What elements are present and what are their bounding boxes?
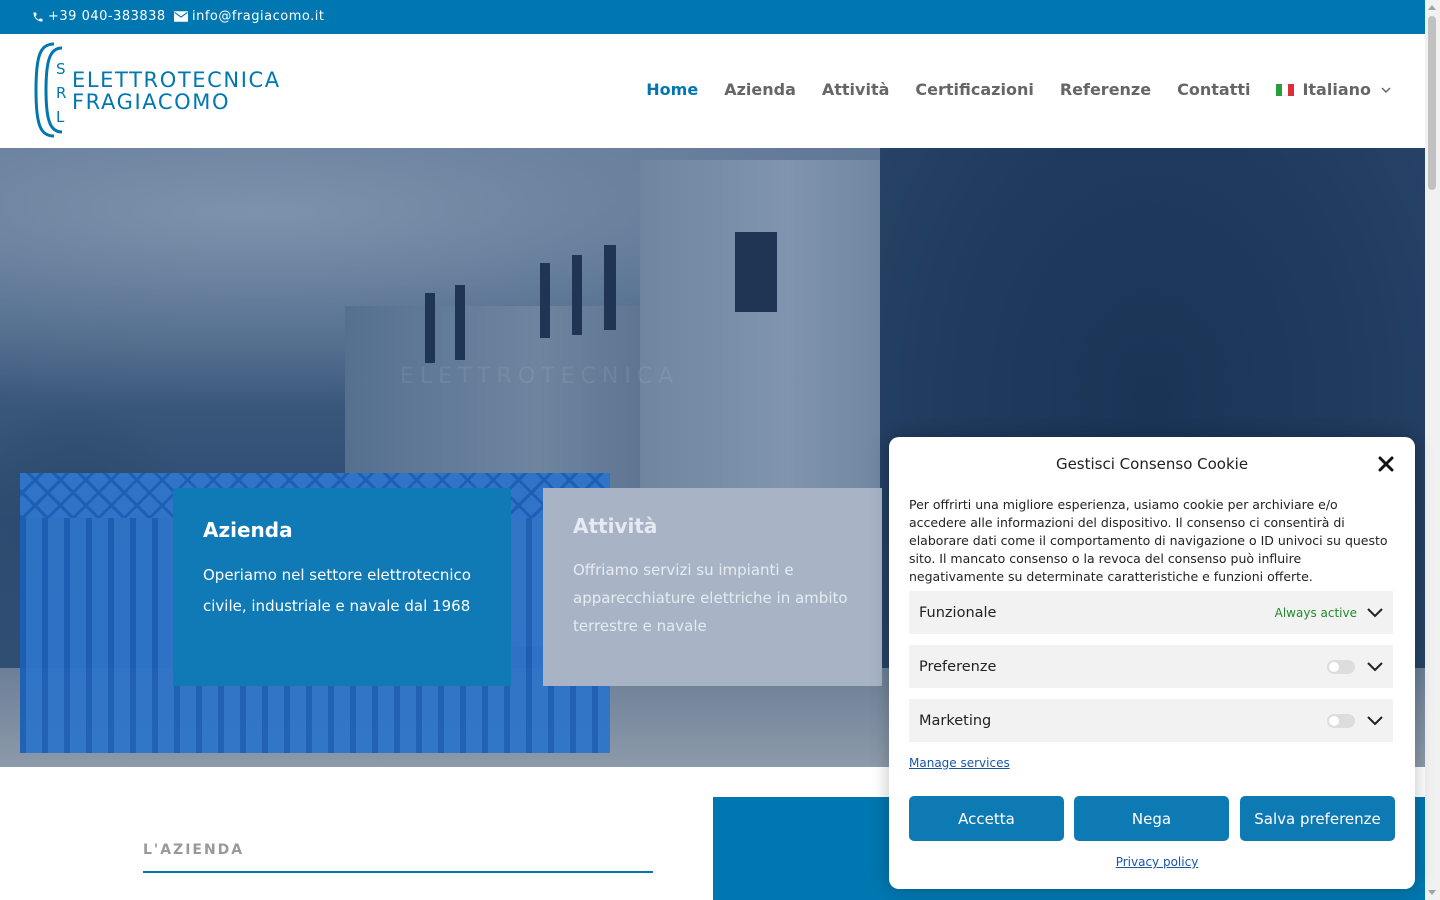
chevron-down-icon[interactable] xyxy=(1367,661,1383,672)
scrollbar-thumb[interactable] xyxy=(1428,16,1436,190)
site-header: S R L ELETTROTECNICA FRAGIACOMO Home Azi… xyxy=(0,34,1425,148)
language-label: Italiano xyxy=(1302,80,1371,99)
nav-azienda[interactable]: Azienda xyxy=(724,80,796,99)
chevron-down-icon xyxy=(1381,86,1391,93)
card-attivita-title: Attività xyxy=(573,514,658,538)
cookie-category-label: Preferenze xyxy=(919,658,997,675)
chevron-down-icon[interactable] xyxy=(1367,607,1383,618)
cookie-category-preferenze[interactable]: Preferenze xyxy=(909,645,1393,688)
card-azienda-title: Azienda xyxy=(203,518,293,542)
privacy-policy-link[interactable]: Privacy policy xyxy=(889,855,1425,869)
logo-line1: ELETTROTECNICA xyxy=(72,68,281,92)
nav-certificazioni[interactable]: Certificazioni xyxy=(915,80,1033,99)
page-scrollbar[interactable] xyxy=(1425,0,1440,900)
logo-letter-l: L xyxy=(56,108,65,126)
section-divider xyxy=(143,871,653,873)
email-address: info@fragiacomo.it xyxy=(192,9,325,24)
cookie-category-funzionale[interactable]: Funzionale Always active xyxy=(909,591,1393,634)
card-azienda-text: Operiamo nel settore elettrotecnico civi… xyxy=(203,566,471,615)
marketing-toggle[interactable] xyxy=(1327,713,1355,728)
hero-watermark: ELETTROTECNICA xyxy=(400,364,680,389)
card-attivita-text: Offriamo servizi su impianti e apparecch… xyxy=(573,561,848,635)
section-title: L'AZIENDA xyxy=(143,842,245,858)
logo-mark-icon: S R L xyxy=(34,42,66,138)
logo-letter-r: R xyxy=(56,84,66,102)
phone-contact[interactable]: +39 040-383838 xyxy=(32,9,166,24)
cookie-dialog-title: Gestisci Consenso Cookie xyxy=(1055,455,1249,473)
phone-number: +39 040-383838 xyxy=(48,9,166,24)
manage-services-link[interactable]: Manage services xyxy=(909,756,1010,770)
cookie-category-label: Funzionale xyxy=(919,604,997,621)
save-preferences-button[interactable]: Salva preferenze xyxy=(1240,796,1395,841)
preferenze-toggle[interactable] xyxy=(1327,659,1355,674)
scroll-down-icon[interactable] xyxy=(1428,890,1436,895)
main-nav: Home Azienda Attività Certificazioni Ref… xyxy=(620,80,1391,99)
phone-icon xyxy=(33,12,43,21)
scroll-up-icon[interactable] xyxy=(1428,5,1436,10)
language-selector[interactable]: Italiano xyxy=(1276,80,1391,99)
card-attivita[interactable]: Attività Offriamo servizi su impianti e … xyxy=(543,488,882,686)
accept-button[interactable]: Accetta xyxy=(909,796,1064,841)
italy-flag-icon xyxy=(1276,83,1295,96)
cookie-description: Per offrirti una migliore esperienza, us… xyxy=(909,497,1388,584)
card-azienda[interactable]: Azienda Operiamo nel settore elettrotecn… xyxy=(173,488,511,686)
top-bar: +39 040-383838 info@fragiacomo.it xyxy=(0,0,1425,34)
cookie-category-label: Marketing xyxy=(919,712,992,729)
cookie-consent-dialog: Gestisci Consenso Cookie Per offrirti un… xyxy=(889,437,1415,889)
nav-home[interactable]: Home xyxy=(646,80,698,99)
nav-attivita[interactable]: Attività xyxy=(822,80,890,99)
close-icon[interactable] xyxy=(1377,455,1395,473)
cookie-category-marketing[interactable]: Marketing xyxy=(909,699,1393,742)
email-contact[interactable]: info@fragiacomo.it xyxy=(174,9,324,24)
nav-referenze[interactable]: Referenze xyxy=(1060,80,1151,99)
chevron-down-icon[interactable] xyxy=(1367,715,1383,726)
logo-line2: FRAGIACOMO xyxy=(72,90,231,114)
mail-icon xyxy=(174,11,188,22)
nav-contatti[interactable]: Contatti xyxy=(1177,80,1250,99)
logo-letter-s: S xyxy=(56,60,66,78)
always-active-label: Always active xyxy=(1274,605,1357,620)
deny-button[interactable]: Nega xyxy=(1074,796,1229,841)
site-logo[interactable]: S R L ELETTROTECNICA FRAGIACOMO xyxy=(32,40,312,140)
